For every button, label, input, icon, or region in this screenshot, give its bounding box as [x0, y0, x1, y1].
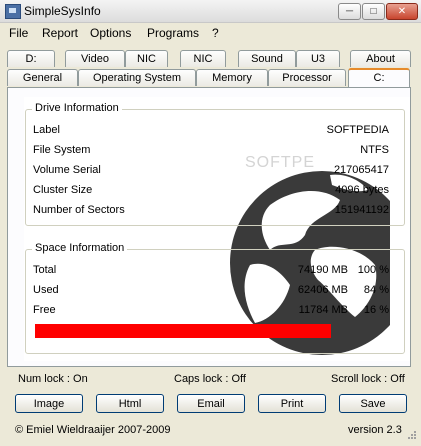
cluster-size-value: 4096 bytes [335, 184, 389, 196]
free-label: Free [33, 304, 56, 316]
email-button[interactable]: Email [177, 394, 245, 413]
tab-c-drive[interactable]: C: [348, 68, 410, 87]
used-label: Used [33, 284, 59, 296]
space-info-title: Space Information [32, 242, 128, 254]
save-button[interactable]: Save [339, 394, 407, 413]
app-icon [5, 4, 21, 19]
sectors-label: Number of Sectors [33, 204, 125, 216]
volume-serial-value: 217065417 [333, 164, 389, 176]
sectors-value: 151941192 [334, 204, 389, 216]
tab-u3[interactable]: U3 [296, 50, 340, 67]
tab-nic-2[interactable]: NIC [180, 50, 226, 67]
total-percent: 100 % [357, 264, 389, 276]
drive-label-value: SOFTPEDIA [326, 124, 389, 136]
minimize-button[interactable]: ─ [338, 3, 361, 20]
tab-general[interactable]: General [7, 69, 78, 86]
drive-info-title: Drive Information [32, 102, 122, 114]
maximize-button[interactable]: □ [362, 3, 385, 20]
menu-file[interactable]: File [9, 26, 28, 40]
tab-nic-1[interactable]: NIC [125, 50, 168, 67]
tab-sound[interactable]: Sound [238, 50, 296, 67]
used-size: 62406 MB [297, 284, 348, 296]
window-title: SimpleSysInfo [24, 4, 101, 18]
total-label: Total [33, 264, 57, 276]
menu-help[interactable]: ? [212, 26, 219, 40]
menu-bar: File Report Options Programs ? [0, 23, 421, 42]
file-system-label: File System [33, 144, 91, 156]
tab-video[interactable]: Video [65, 50, 125, 67]
resize-grip-icon[interactable] [405, 430, 417, 442]
menu-report[interactable]: Report [42, 26, 78, 40]
usage-bar [35, 324, 331, 338]
num-lock-status: Num lock : On [18, 373, 88, 385]
total-size: 74190 MB [297, 264, 348, 276]
menu-options[interactable]: Options [90, 26, 131, 40]
close-icon: ✕ [397, 6, 407, 17]
tab-processor[interactable]: Processor [268, 69, 346, 86]
used-percent: 84 % [363, 284, 389, 296]
minimize-icon: ─ [345, 6, 354, 17]
tab-d-drive[interactable]: D: [7, 50, 55, 67]
version-text: version 2.3 [348, 424, 402, 436]
caps-lock-status: Caps lock : Off [174, 373, 246, 385]
print-button[interactable]: Print [258, 394, 326, 413]
cluster-size-label: Cluster Size [33, 184, 93, 196]
space-info-group: Space Information [25, 242, 405, 354]
file-system-value: NTFS [360, 144, 389, 156]
drive-label-label: Label [33, 124, 60, 136]
free-percent: 16 % [363, 304, 389, 316]
menu-programs[interactable]: Programs [147, 26, 199, 40]
image-button[interactable]: Image [15, 394, 83, 413]
html-button[interactable]: Html [96, 394, 164, 413]
maximize-icon: □ [370, 6, 377, 17]
scroll-lock-status: Scroll lock : Off [331, 373, 405, 385]
tab-about[interactable]: About [350, 50, 411, 67]
close-button[interactable]: ✕ [386, 3, 418, 20]
tab-memory[interactable]: Memory [196, 69, 268, 86]
free-size: 11784 MB [298, 304, 348, 316]
tab-operating-system[interactable]: Operating System [78, 69, 196, 86]
copyright-text: © Emiel Wieldraaijer 2007-2009 [15, 424, 171, 436]
volume-serial-label: Volume Serial [33, 164, 101, 176]
title-bar: SimpleSysInfo ─ □ ✕ [0, 0, 421, 23]
